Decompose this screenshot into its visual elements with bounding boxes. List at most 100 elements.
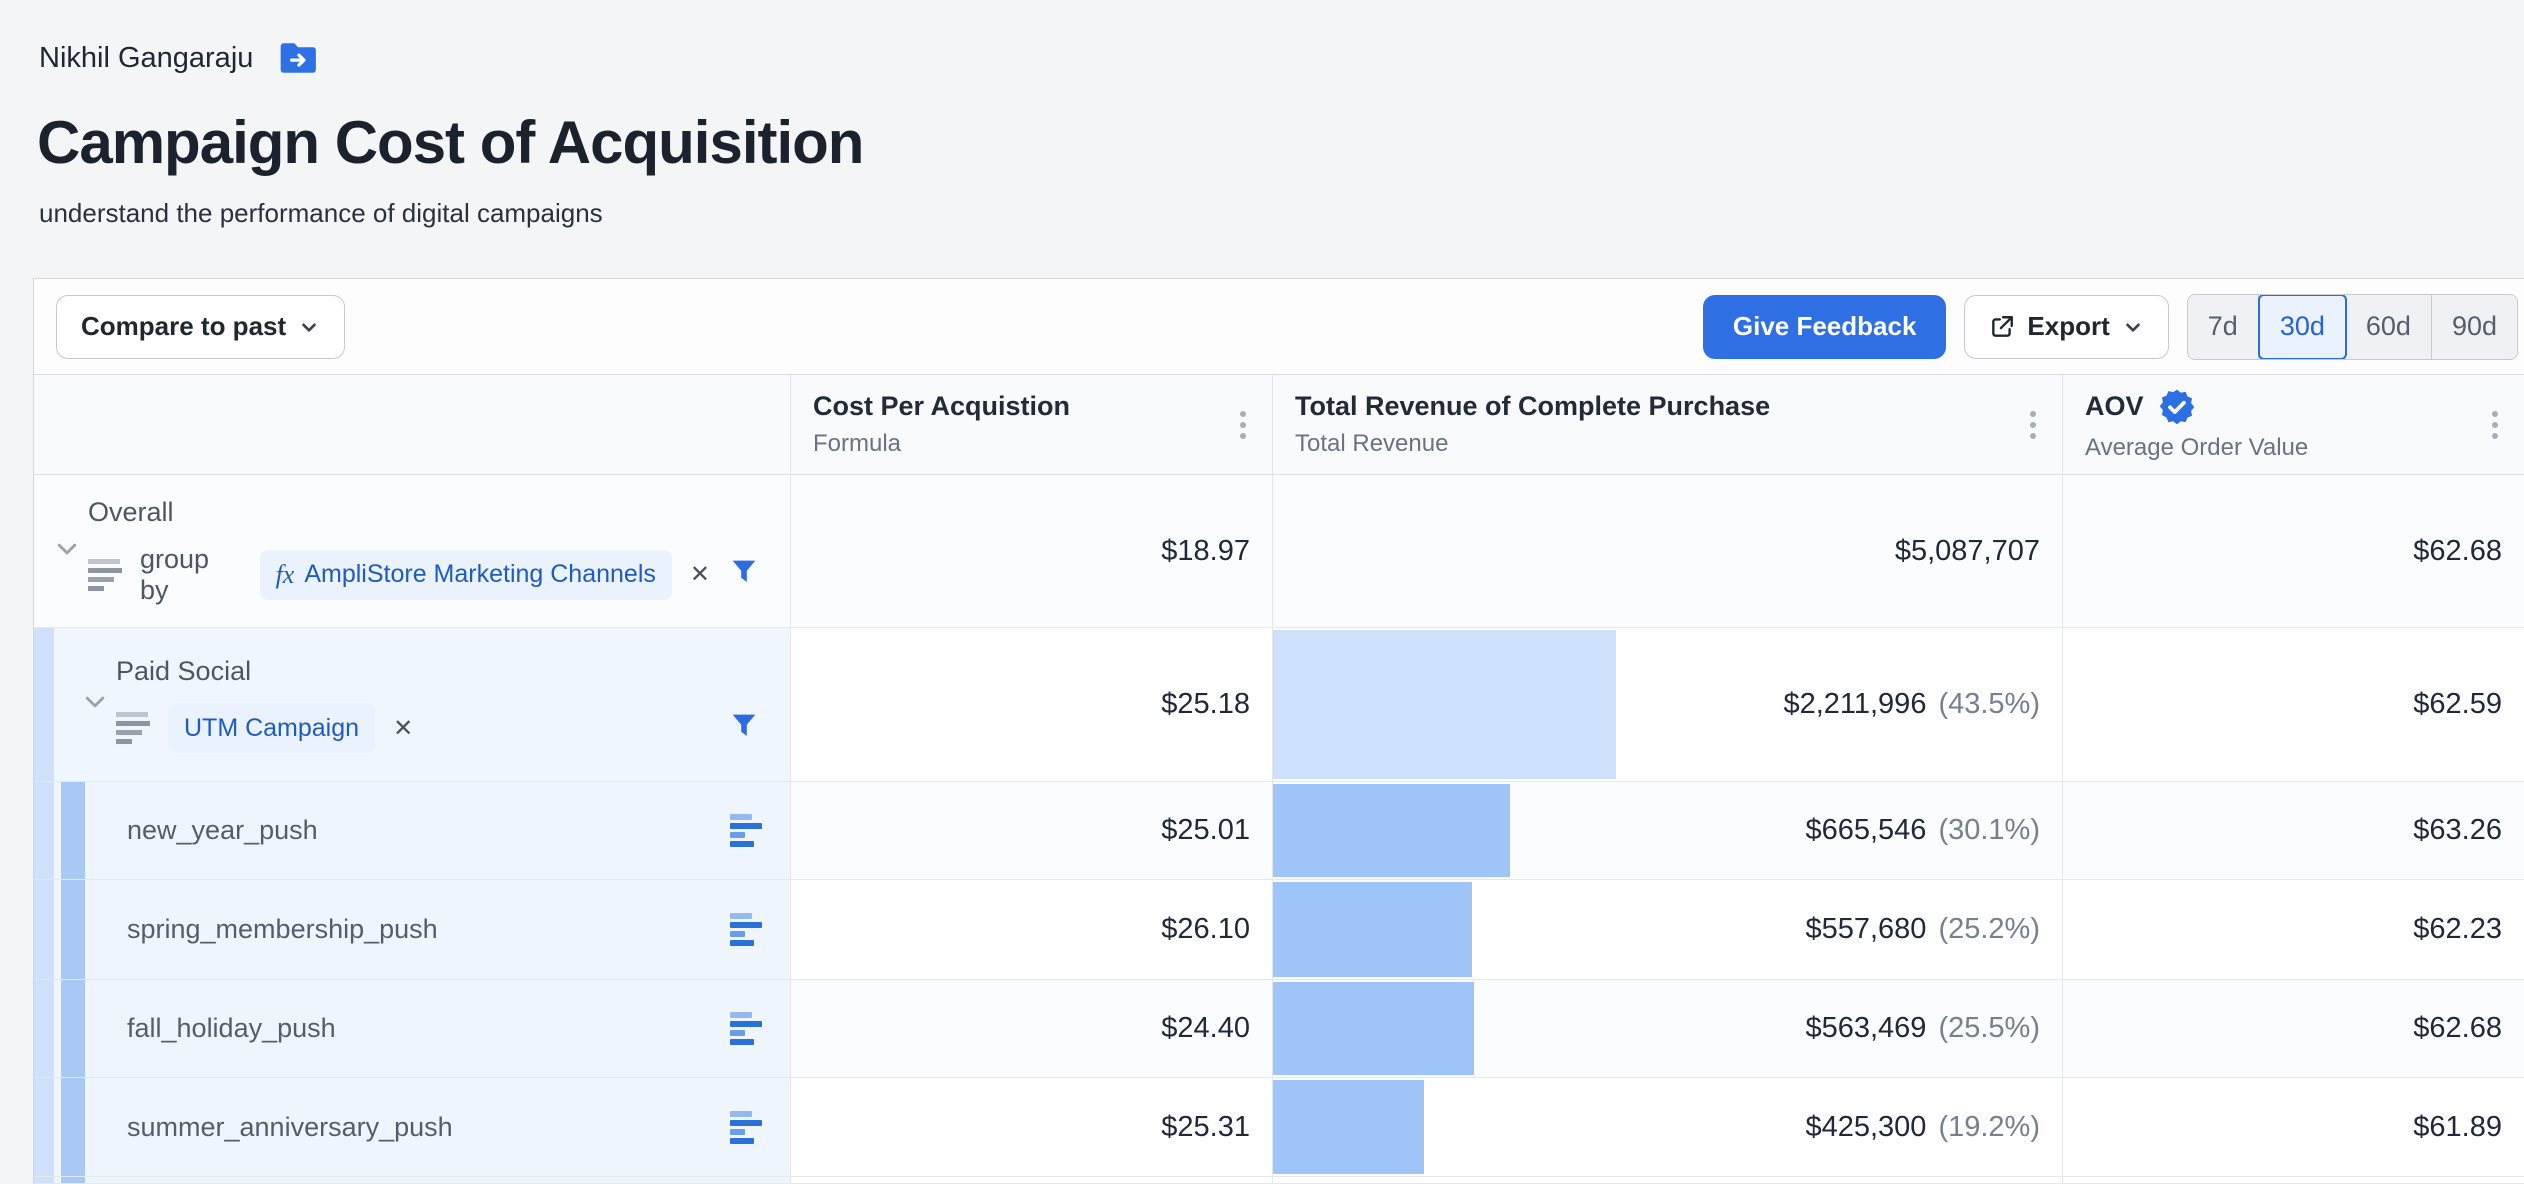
header-cell-0: Cost Per Acquistion Formula: [791, 375, 1273, 474]
revenue-value: $563,469: [1805, 1012, 1926, 1045]
cpa-cell: $25.01: [791, 782, 1273, 879]
table-row-spring_membership_push: spring_membership_push $26.10 $557,680 (25.…: [34, 880, 2524, 980]
cpa-cell: [791, 1177, 1273, 1183]
page-title: Campaign Cost of Acquisition: [37, 108, 863, 177]
row-chevron-down-icon[interactable]: [54, 536, 80, 567]
revenue-bar: [1273, 784, 1510, 877]
chip-label: AmpliStore Marketing Channels: [304, 560, 656, 589]
column-title: AOV: [2085, 391, 2144, 422]
revenue-cell: $2,211,996 (43.5%): [1273, 628, 2063, 781]
revenue-percent: (25.5%): [1938, 1012, 2040, 1045]
group-by-label: group by: [140, 544, 242, 606]
compare-to-past-label: Compare to past: [81, 311, 286, 342]
formula-fx-icon: fx: [276, 560, 295, 590]
row-label-cell[interactable]: summer_anniversary_push: [34, 1078, 791, 1176]
mini-bar-chart-icon[interactable]: [730, 880, 762, 979]
row-label: Paid Social: [116, 656, 790, 687]
cpa-value: $24.40: [1161, 1012, 1250, 1045]
revenue-bar: [1273, 882, 1472, 977]
table-row-Paid Social: Paid SocialUTM Campaign✕$25.18$2,211,996…: [34, 628, 2524, 782]
compare-to-past-button[interactable]: Compare to past: [56, 295, 345, 359]
chevron-down-icon: [298, 316, 320, 338]
aov-cell: [2063, 1177, 2524, 1183]
give-feedback-button[interactable]: Give Feedback: [1703, 295, 1947, 359]
group-by-list-icon: [88, 559, 122, 591]
revenue-value: $665,546: [1805, 814, 1926, 847]
group-by-chip[interactable]: fx AmpliStore Marketing Channels: [260, 550, 672, 600]
column-title: Total Revenue of Complete Purchase: [1295, 391, 1770, 422]
aov-cell: $62.59: [2063, 628, 2524, 781]
row-label-cell[interactable]: spring_membership_push: [34, 880, 791, 979]
date-range-selector: 7d30d60d90d: [2187, 294, 2518, 360]
revenue-cell: $563,469 (25.5%): [1273, 980, 2063, 1077]
revenue-bar: [1273, 1080, 1424, 1174]
column-subtitle: Average Order Value: [2085, 434, 2524, 462]
export-label: Export: [2027, 311, 2109, 342]
table-row-summer_anniversary_push: summer_anniversary_push $25.31 $425,300 (19…: [34, 1078, 2524, 1177]
aov-value: $63.26: [2413, 814, 2502, 847]
column-subtitle: Formula: [813, 430, 1272, 458]
table-row-fall_holiday_push: fall_holiday_push$24.40$563,469(25.5%)$6…: [34, 980, 2524, 1078]
range-segment-30d[interactable]: 30d: [2258, 294, 2347, 360]
revenue-cell: $5,087,707: [1273, 475, 2063, 627]
filter-funnel-icon[interactable]: [728, 710, 760, 747]
revenue-cell: [1273, 1177, 2063, 1183]
chip-remove-icon[interactable]: ✕: [393, 714, 413, 743]
aov-value: $61.89: [2413, 1111, 2502, 1144]
revenue-percent: (25.2%): [1938, 913, 2040, 946]
revenue-percent: (43.5%): [1938, 688, 2040, 721]
aov-value: $62.23: [2413, 913, 2502, 946]
cpa-cell: $24.40: [791, 980, 1273, 1077]
breadcrumb-owner[interactable]: Nikhil Gangaraju: [39, 42, 253, 75]
row-label-cell[interactable]: Paid Social UTM Campaign ✕: [34, 628, 791, 781]
range-segment-90d[interactable]: 90d: [2432, 295, 2517, 359]
range-segment-7d[interactable]: 7d: [2188, 295, 2259, 359]
group-by-chip[interactable]: UTM Campaign: [168, 703, 375, 753]
mini-bar-chart-icon[interactable]: [730, 782, 762, 879]
table-body: Overall group by fx AmpliStore Marketing Ch…: [34, 475, 2524, 1184]
revenue-percent: (19.2%): [1938, 1111, 2040, 1144]
row-label-cell[interactable]: new_year_push: [34, 782, 791, 879]
chip-remove-icon[interactable]: ✕: [690, 560, 710, 589]
revenue-bar: [1273, 982, 1474, 1075]
row-label: summer_anniversary_push: [127, 1112, 453, 1143]
table-header: Cost Per Acquistion Formula Total Revenue …: [34, 375, 2524, 475]
cpa-value: $26.10: [1161, 913, 1250, 946]
revenue-cell: $665,546(30.1%): [1273, 782, 2063, 879]
aov-cell: $62.68: [2063, 475, 2524, 627]
breadcrumb: Nikhil Gangaraju: [39, 40, 319, 76]
revenue-value: $2,211,996: [1783, 688, 1926, 721]
range-segment-60d[interactable]: 60d: [2346, 295, 2432, 359]
chip-label: UTM Campaign: [184, 714, 359, 743]
cpa-value: $25.31: [1161, 1111, 1250, 1144]
export-icon: [1989, 314, 2015, 340]
revenue-bar: [1273, 630, 1616, 779]
column-title: Cost Per Acquistion: [813, 391, 1070, 422]
column-menu-icon[interactable]: [2492, 411, 2498, 439]
mini-bar-chart-icon[interactable]: [730, 1078, 762, 1176]
table-row-Overall: Overall group by fx AmpliStore Marketing Ch…: [34, 475, 2524, 628]
chevron-down-icon: [2122, 316, 2144, 338]
move-to-folder-icon[interactable]: [279, 40, 319, 76]
row-label-cell[interactable]: fall_holiday_push: [34, 980, 791, 1077]
column-menu-icon[interactable]: [1240, 411, 1246, 439]
export-button[interactable]: Export: [1964, 295, 2168, 359]
report-panel: Compare to past Give Feedback Export 7d3…: [33, 278, 2524, 1184]
revenue-value: $425,300: [1805, 1111, 1926, 1144]
filter-funnel-icon[interactable]: [728, 556, 760, 593]
column-menu-icon[interactable]: [2030, 411, 2036, 439]
cpa-cell: $25.18: [791, 628, 1273, 781]
cpa-cell: $26.10: [791, 880, 1273, 979]
mini-bar-chart-icon[interactable]: [730, 980, 762, 1077]
row-label: Overall: [88, 497, 790, 528]
row-label-cell[interactable]: Overall group by fx AmpliStore Marketing Ch…: [34, 475, 791, 627]
page-subtitle: understand the performance of digital ca…: [39, 198, 603, 229]
revenue-value: $557,680: [1805, 913, 1926, 946]
header-cell-2: AOV Average Order Value: [2063, 375, 2524, 474]
row-chevron-down-icon[interactable]: [82, 689, 108, 720]
aov-cell: $63.26: [2063, 782, 2524, 879]
aov-cell: $61.89: [2063, 1078, 2524, 1176]
verified-badge-icon: [2158, 388, 2196, 426]
column-subtitle: Total Revenue: [1295, 430, 2062, 458]
group-by-list-icon: [116, 712, 150, 744]
